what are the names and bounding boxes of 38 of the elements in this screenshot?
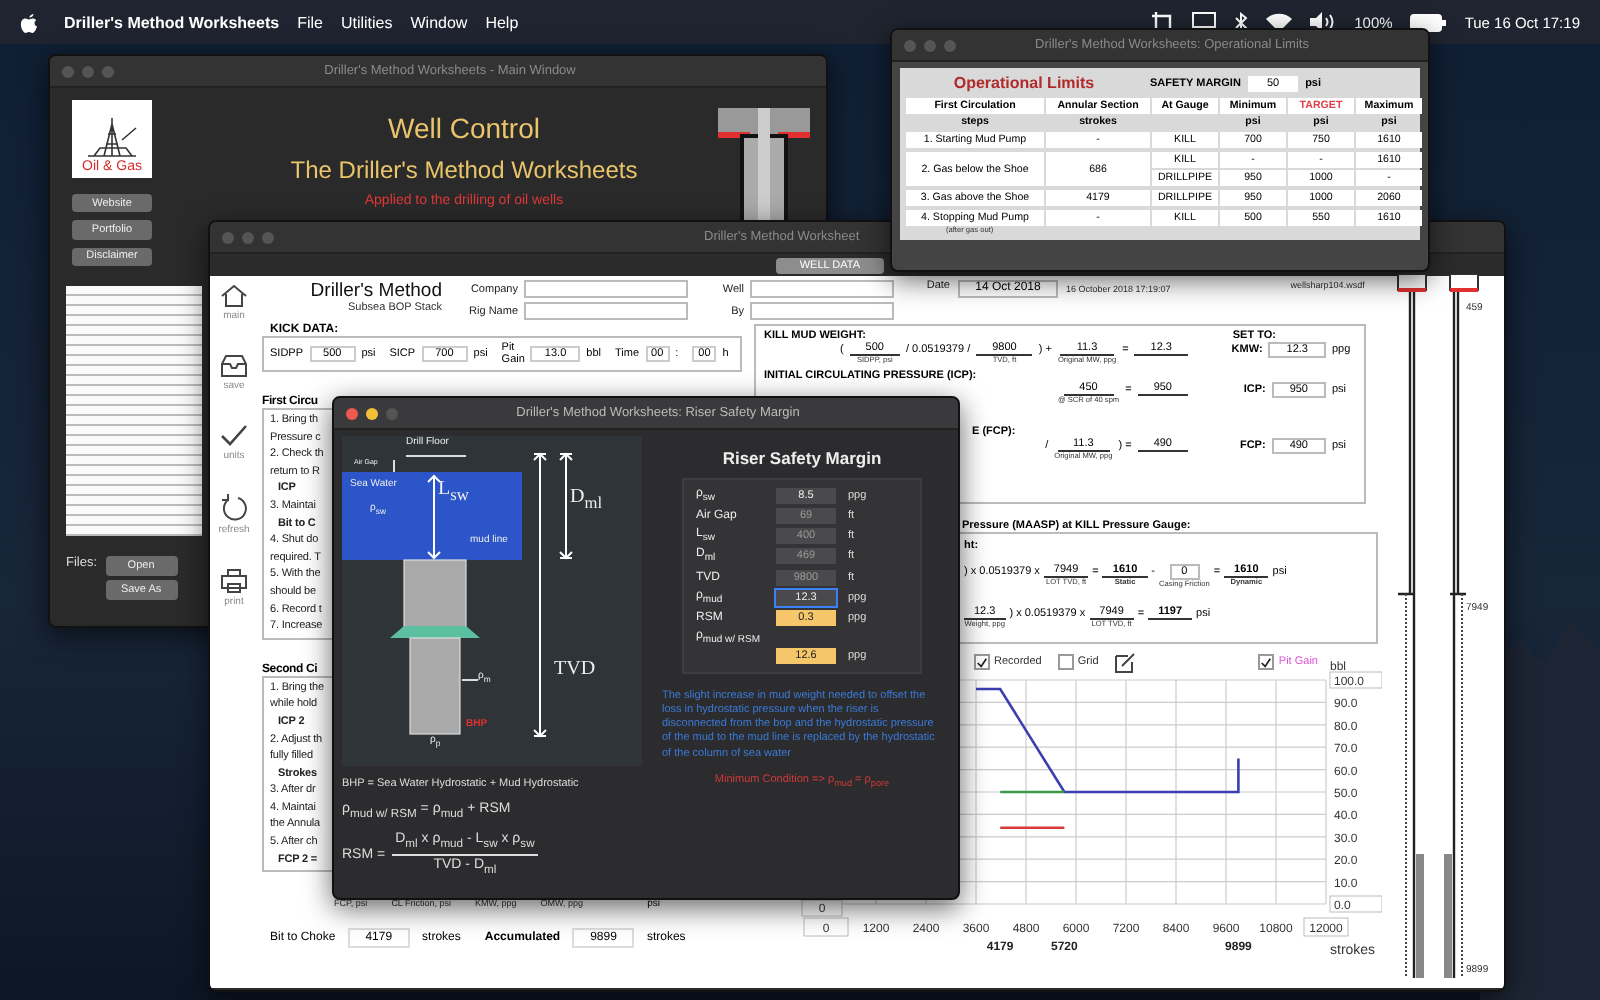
chart-line [1000, 826, 1065, 830]
worksheet-title: Driller's Method [310, 280, 442, 302]
axis-field[interactable] [1303, 917, 1349, 937]
checkbox[interactable] [1258, 654, 1275, 670]
axis-field[interactable] [1329, 671, 1382, 689]
volume-icon[interactable] [1310, 12, 1337, 32]
oil-rig-icon [82, 116, 142, 161]
printer-icon[interactable] [220, 568, 248, 594]
text-field[interactable] [524, 280, 688, 298]
text-field[interactable] [524, 302, 688, 320]
edit-icon[interactable] [1114, 651, 1137, 673]
axis-field[interactable] [1329, 895, 1382, 913]
menu-item[interactable]: Utilities [340, 13, 393, 31]
text-field[interactable] [750, 302, 894, 320]
panel-heading: Riser Safety Margin [722, 448, 882, 468]
refresh-icon[interactable] [220, 494, 248, 522]
diagram-label: L$_{sw}$ [438, 480, 469, 505]
diagram-label: TVD [554, 660, 596, 680]
axis-field[interactable] [801, 899, 843, 917]
main-heading: Well Control [388, 112, 540, 144]
checkmark-icon[interactable] [220, 424, 248, 448]
home-icon[interactable] [220, 284, 248, 308]
bluetooth-icon[interactable] [1234, 11, 1249, 33]
text-field[interactable] [750, 280, 894, 298]
panel-heading: Operational Limits [951, 74, 1097, 92]
checkbox[interactable] [974, 654, 990, 670]
app-menu[interactable]: Driller's Method Worksheets [64, 13, 280, 31]
diagram-label: D$_{ml}$ [570, 488, 603, 513]
tray-icon[interactable] [220, 354, 248, 378]
wifi-icon[interactable] [1266, 12, 1293, 32]
main-subheading: The Driller's Method Worksheets [290, 156, 638, 184]
menu-item[interactable]: Window [410, 13, 468, 31]
menu-item[interactable]: File [297, 13, 323, 31]
apple-logo-icon[interactable] [20, 11, 38, 33]
checkbox[interactable] [1057, 654, 1074, 670]
menu-item[interactable]: Help [485, 13, 519, 31]
battery-icon[interactable] [1410, 13, 1447, 31]
axis-field[interactable] [803, 917, 849, 937]
